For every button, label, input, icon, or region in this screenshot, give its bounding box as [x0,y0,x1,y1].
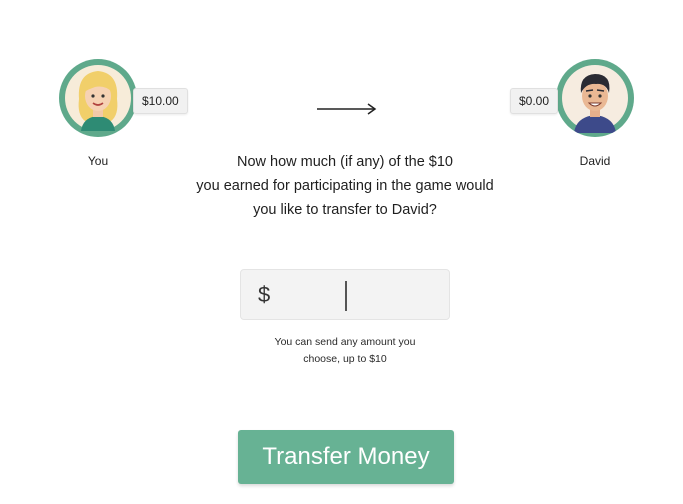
hint-line: choose, up to $10 [303,353,387,365]
currency-symbol: $ [258,282,271,307]
avatar-david [556,59,634,137]
amount-input[interactable] [285,278,435,312]
arrow-right-icon [317,103,377,115]
transfer-money-button[interactable]: Transfer Money [238,430,454,484]
balance-badge-david: $0.00 [510,88,559,114]
question-line: you earned for participating in the game… [196,178,494,194]
male-avatar-icon [562,65,628,133]
participant-name-you: You [87,154,109,168]
female-avatar-icon [65,65,131,131]
participant-name-david: David [579,154,611,168]
text-caret [345,281,347,311]
question-line: you like to transfer to David? [253,202,437,218]
amount-hint: You can send any amount you choose, up t… [240,334,450,368]
hint-line: You can send any amount you [274,336,416,348]
avatar-you [59,59,137,137]
balance-badge-you: $10.00 [133,88,188,114]
amount-field[interactable]: $ [240,269,450,320]
question-line: Now how much (if any) of the $10 [237,154,453,170]
transfer-question: Now how much (if any) of the $10 you ear… [160,150,530,222]
